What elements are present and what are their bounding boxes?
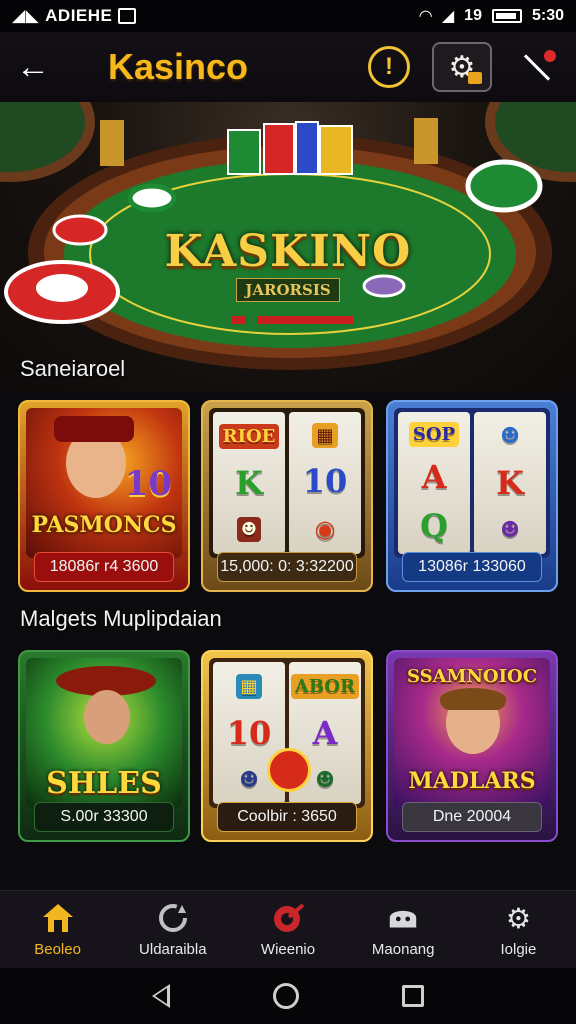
chat-icon (386, 901, 420, 935)
hero-subtitle-text: JARORSIS (236, 278, 340, 302)
symbol-ten: 10 (226, 713, 272, 752)
nav-label: Maonang (371, 941, 435, 958)
target-icon (271, 901, 305, 935)
status-left: ◢◣ ADIEHE (12, 6, 137, 26)
slot-reels: SOP A Q ☻ K ☻ (394, 408, 550, 558)
signal-icon: ◢ (441, 8, 455, 25)
symbol-a: A (312, 713, 338, 752)
nav-item-home[interactable]: Beoleo (0, 891, 115, 968)
nav-label: Iolgie (500, 941, 537, 958)
game-meta: 15,000: 0: 3:32200 (217, 552, 357, 582)
status-right-text: 19 (464, 7, 482, 24)
game-card[interactable]: 10 PASMONCS 18086r r4 3600 (18, 400, 190, 592)
refresh-icon (156, 901, 190, 935)
game-art: SOP A Q ☻ K ☻ (394, 408, 550, 558)
bottom-navigation: Beoleo Uldaraibla Wieenio Maonang ⚙ Iolg… (0, 890, 576, 968)
game-art: ▦ 10 ☻ ABOR A ☻ (209, 658, 365, 808)
app-header: ← Kasinco ! ⚙ (0, 32, 576, 102)
game-title: SOP (408, 421, 460, 447)
game-title: ABOR (290, 673, 360, 699)
symbol-chip: ◉ (314, 514, 336, 543)
back-icon[interactable] (151, 984, 170, 1008)
info-circle-icon: ! (385, 53, 393, 80)
game-card[interactable]: RIOE K ☻ ▦ 10 ◉ 15,000: 0: 3:32200 (201, 400, 373, 592)
status-time: 5:30 (531, 7, 564, 24)
notification-icon (118, 8, 137, 24)
nav-label: Uldaraibla (139, 941, 207, 958)
status-bar: ◢◣ ADIEHE ◠ ◢ 19 5:30 (0, 0, 576, 32)
reel: RIOE K ☻ (213, 412, 285, 554)
lock-icon (468, 72, 482, 84)
nav-label: Wieenio (260, 941, 316, 958)
status-right: ◠ ◢ 19 5:30 (420, 6, 564, 26)
game-card[interactable]: SSAMNOIOC MADLARS Dne 20004 (386, 650, 558, 842)
game-card[interactable]: ▦ 10 ☻ ABOR A ☻ Coolbir : 3650 (201, 650, 373, 842)
app-logo-icon: ◢◣ (12, 6, 40, 25)
hat-graphic (54, 416, 134, 442)
symbol-k: K (496, 463, 524, 502)
gear-icon: ⚙ (505, 902, 531, 934)
symbol-k: K (235, 463, 263, 502)
nav-item-target[interactable]: Wieenio (230, 891, 345, 968)
game-meta: Coolbir : 3650 (217, 802, 357, 832)
section-title-1: Saneiaroel (20, 356, 126, 381)
center-coin (267, 748, 311, 792)
back-arrow-icon[interactable]: ← (16, 48, 60, 87)
status-left-text: ADIEHE (45, 6, 113, 25)
game-title: RIOE (218, 423, 280, 449)
reel: ▦ 10 ◉ (289, 412, 361, 554)
info-button[interactable]: ! (368, 46, 410, 88)
battery-icon (491, 9, 522, 23)
symbol-q: Q (420, 506, 448, 545)
wifi-icon: ◠ (419, 8, 432, 25)
system-navigation (0, 968, 576, 1024)
symbol-banner: ▦ (312, 423, 338, 448)
game-top-title: SSAMNOIOC (406, 666, 538, 687)
reel: SOP A Q (398, 412, 470, 554)
game-meta: 13086r 133060 (402, 552, 542, 582)
symbol-face: ☻ (500, 423, 520, 450)
nav-item-chat[interactable]: Maonang (346, 891, 461, 968)
page-title: Kasinco (108, 46, 249, 87)
game-meta: S.00r 33300 (34, 802, 174, 832)
symbol-ten: 10 (124, 464, 172, 504)
nav-label: Beoleo (34, 941, 81, 958)
symbol-ten: 10 (302, 462, 348, 500)
hero-logo-text: KASKINO (164, 226, 412, 277)
game-art: SHLES (26, 658, 182, 808)
home-circle-icon[interactable] (272, 983, 299, 1009)
game-title: PASMONCS (31, 512, 177, 538)
nav-item-settings[interactable]: ⚙ Iolgie (461, 891, 576, 968)
notification-dot (544, 50, 556, 62)
nav-item-refresh[interactable]: Uldaraibla (115, 891, 230, 968)
symbol-face: ☻ (315, 766, 335, 793)
game-title: SHLES (46, 766, 162, 801)
game-art: SSAMNOIOC MADLARS (394, 658, 550, 808)
symbol-banner: ▦ (236, 673, 262, 699)
symbol-a: A (421, 457, 447, 496)
symbol-face: ☻ (500, 516, 520, 543)
game-art: 10 PASMONCS (26, 408, 182, 558)
game-meta: Dne 20004 (402, 802, 542, 832)
hero-subtitle: JARORSIS (0, 278, 576, 302)
hair-graphic (440, 688, 506, 710)
header-actions: ! ⚙ (368, 42, 560, 92)
symbol-face: ☻ (239, 766, 259, 793)
character-face (84, 690, 130, 744)
settings-button[interactable]: ⚙ (432, 42, 492, 92)
recents-icon[interactable] (402, 985, 425, 1007)
slot-reels: RIOE K ☻ ▦ 10 ◉ (209, 408, 365, 558)
game-title: MADLARS (408, 768, 536, 794)
game-meta: 18086r r4 3600 (34, 552, 174, 582)
symbol-face: ☻ (236, 517, 262, 543)
section-title-2: Malgets Muplipdaian (20, 606, 222, 631)
reel: ☻ K ☻ (474, 412, 546, 554)
mute-button[interactable] (514, 44, 560, 90)
game-art: RIOE K ☻ ▦ 10 ◉ (209, 408, 365, 558)
home-icon (41, 901, 75, 935)
hero-banner[interactable]: KASKINO JARORSIS (0, 102, 576, 392)
game-card[interactable]: SOP A Q ☻ K ☻ 13086r 133060 (386, 400, 558, 592)
game-card[interactable]: SHLES S.00r 33300 (18, 650, 190, 842)
